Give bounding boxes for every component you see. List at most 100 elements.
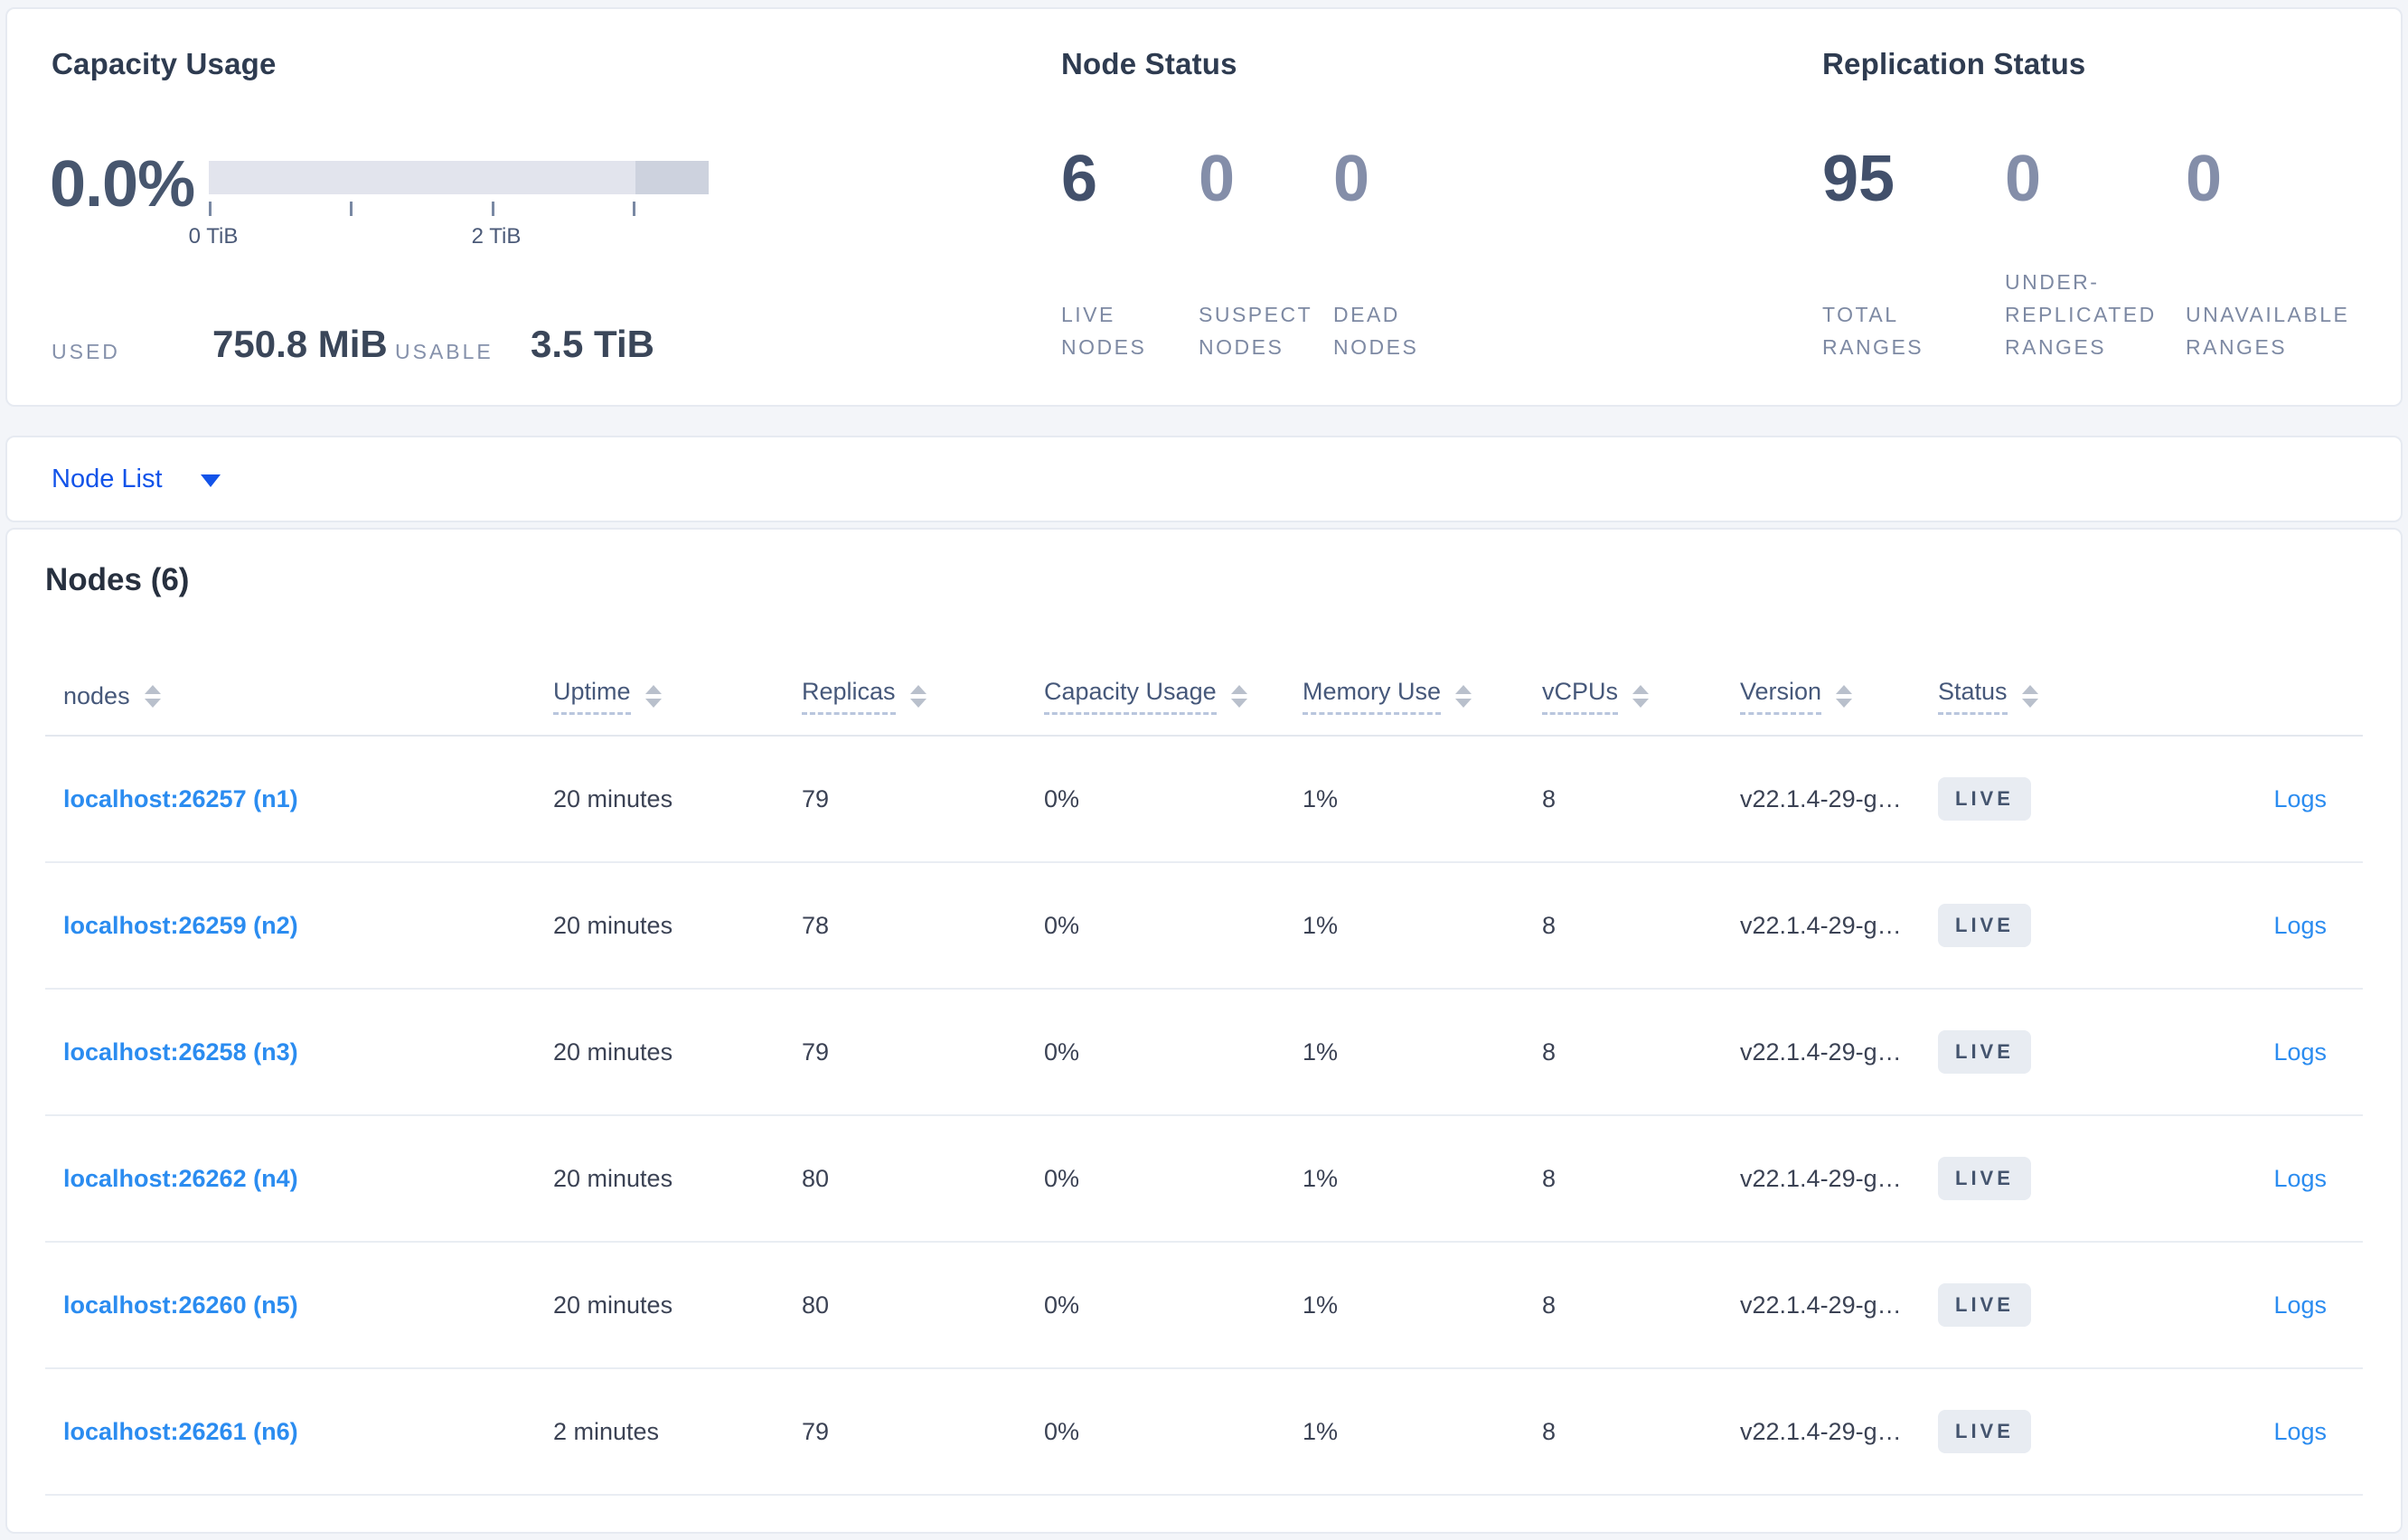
capacity-cell: 0% xyxy=(1044,1291,1080,1319)
capacity-bar-usable-segment xyxy=(209,161,635,194)
capacity-cell: 0% xyxy=(1044,784,1080,812)
table-header-row: nodes Uptime Replicas Capacity Usage Mem… xyxy=(45,657,2363,737)
sort-icon xyxy=(1836,684,1853,708)
dead-nodes-value: 0 xyxy=(1333,143,1370,215)
uptime-cell: 20 minutes xyxy=(553,1291,673,1319)
status-badge: LIVE xyxy=(1938,904,2031,947)
vcpus-cell: 8 xyxy=(1542,1164,1557,1192)
cluster-summary-panel: Capacity Usage 0.0% 0 TiB 2 TiB USED 750… xyxy=(5,7,2403,407)
version-cell: v22.1.4-29-g… xyxy=(1740,1291,1902,1319)
column-label: nodes xyxy=(63,681,130,709)
capacity-cell: 0% xyxy=(1044,1164,1080,1192)
sort-icon xyxy=(2021,684,2038,708)
column-header-vcpus[interactable]: vCPUs xyxy=(1542,678,1740,715)
memory-cell: 1% xyxy=(1303,1417,1339,1445)
sort-icon xyxy=(1455,684,1472,708)
version-cell: v22.1.4-29-g… xyxy=(1740,784,1902,812)
sort-icon xyxy=(1230,684,1247,708)
node-link[interactable]: localhost:26258 (n3) xyxy=(63,1038,298,1066)
logs-link[interactable]: Logs xyxy=(2273,1038,2327,1066)
logs-link[interactable]: Logs xyxy=(2273,785,2327,812)
status-badge: LIVE xyxy=(1938,1410,2031,1453)
column-header-status[interactable]: Status xyxy=(1938,678,2165,715)
used-value: 750.8 MiB xyxy=(212,323,388,365)
usable-label: USABLE xyxy=(395,340,494,363)
uptime-cell: 20 minutes xyxy=(553,1038,673,1066)
node-link[interactable]: localhost:26259 (n2) xyxy=(63,912,298,939)
table-row: localhost:26259 (n2) 20 minutes 78 0% 1%… xyxy=(45,863,2363,990)
axis-tick-label: 2 TiB xyxy=(471,224,522,249)
axis-tick xyxy=(633,202,635,216)
sort-icon xyxy=(644,684,662,708)
sort-icon xyxy=(1632,684,1650,708)
nodes-table-title: Nodes (6) xyxy=(45,562,190,597)
vcpus-cell: 8 xyxy=(1542,911,1557,939)
node-link[interactable]: localhost:26257 (n1) xyxy=(63,785,298,812)
vcpus-cell: 8 xyxy=(1542,1417,1557,1445)
version-cell: v22.1.4-29-g… xyxy=(1740,1038,1902,1066)
logs-link[interactable]: Logs xyxy=(2273,1418,2327,1445)
live-nodes-label: LIVE NODES xyxy=(1061,302,1147,359)
status-badge: LIVE xyxy=(1938,777,2031,821)
under-replicated-ranges-label: UNDER-REPLICATED RANGES xyxy=(2005,269,2157,359)
column-header-memory-use[interactable]: Memory Use xyxy=(1303,678,1542,715)
column-header-capacity-usage[interactable]: Capacity Usage xyxy=(1044,678,1303,715)
table-row: localhost:26262 (n4) 20 minutes 80 0% 1%… xyxy=(45,1116,2363,1243)
status-badge: LIVE xyxy=(1938,1157,2031,1200)
capacity-cell: 0% xyxy=(1044,1417,1080,1445)
dead-nodes-label: DEAD NODES xyxy=(1333,302,1419,359)
unavailable-ranges-label: UNAVAILABLE RANGES xyxy=(2186,302,2350,359)
nodes-table-panel: Nodes (6) nodes Uptime Replicas Capacity… xyxy=(5,528,2403,1534)
column-header-replicas[interactable]: Replicas xyxy=(802,678,1044,715)
replicas-cell: 78 xyxy=(802,911,830,939)
replicas-cell: 80 xyxy=(802,1291,830,1319)
replicas-cell: 80 xyxy=(802,1164,830,1192)
axis-tick xyxy=(350,202,353,216)
node-status-title: Node Status xyxy=(1061,47,1237,80)
column-label: Status xyxy=(1938,678,2008,715)
node-list-dropdown-label: Node List xyxy=(52,464,163,493)
logs-link[interactable]: Logs xyxy=(2273,912,2327,939)
capacity-cell: 0% xyxy=(1044,1038,1080,1066)
table-row: localhost:26257 (n1) 20 minutes 79 0% 1%… xyxy=(45,737,2363,863)
column-header-version[interactable]: Version xyxy=(1740,678,1938,715)
node-list-dropdown[interactable]: Node List xyxy=(52,465,221,494)
table-row: localhost:26258 (n3) 20 minutes 79 0% 1%… xyxy=(45,990,2363,1116)
column-label: vCPUs xyxy=(1542,678,1619,715)
unavailable-ranges-stat: 0 UNAVAILABLE RANGES xyxy=(2186,146,2366,363)
status-badge: LIVE xyxy=(1938,1030,2031,1074)
column-label: Replicas xyxy=(802,678,896,715)
logs-link[interactable]: Logs xyxy=(2273,1165,2327,1192)
capacity-cell: 0% xyxy=(1044,911,1080,939)
memory-cell: 1% xyxy=(1303,1038,1339,1066)
memory-cell: 1% xyxy=(1303,784,1339,812)
under-replicated-ranges-stat: 0 UNDER-REPLICATED RANGES xyxy=(2005,146,2160,363)
column-label: Version xyxy=(1740,678,1822,715)
usable-value: 3.5 TiB xyxy=(531,323,654,365)
column-header-nodes[interactable]: nodes xyxy=(63,682,553,710)
version-cell: v22.1.4-29-g… xyxy=(1740,1164,1902,1192)
column-header-uptime[interactable]: Uptime xyxy=(553,678,802,715)
dead-nodes-stat: 0 DEAD NODES xyxy=(1333,146,1460,363)
sort-icon xyxy=(144,684,161,708)
nodes-table: nodes Uptime Replicas Capacity Usage Mem… xyxy=(45,657,2363,1496)
memory-cell: 1% xyxy=(1303,1291,1339,1319)
node-link[interactable]: localhost:26260 (n5) xyxy=(63,1291,298,1319)
status-badge: LIVE xyxy=(1938,1283,2031,1327)
uptime-cell: 20 minutes xyxy=(553,1164,673,1192)
axis-tick-label: 0 TiB xyxy=(188,224,239,249)
axis-tick xyxy=(209,202,212,216)
vcpus-cell: 8 xyxy=(1542,784,1557,812)
replicas-cell: 79 xyxy=(802,1038,830,1066)
node-link[interactable]: localhost:26261 (n6) xyxy=(63,1418,298,1445)
suspect-nodes-label: SUSPECT NODES xyxy=(1199,302,1312,359)
node-link[interactable]: localhost:26262 (n4) xyxy=(63,1165,298,1192)
uptime-cell: 20 minutes xyxy=(553,911,673,939)
logs-link[interactable]: Logs xyxy=(2273,1291,2327,1319)
node-list-bar: Node List xyxy=(5,436,2403,522)
total-ranges-label: TOTAL RANGES xyxy=(1822,302,1924,359)
capacity-usage-title: Capacity Usage xyxy=(52,47,277,80)
under-replicated-ranges-value: 0 xyxy=(2005,143,2042,215)
total-ranges-stat: 95 TOTAL RANGES xyxy=(1822,146,1971,363)
axis-tick xyxy=(492,202,494,216)
